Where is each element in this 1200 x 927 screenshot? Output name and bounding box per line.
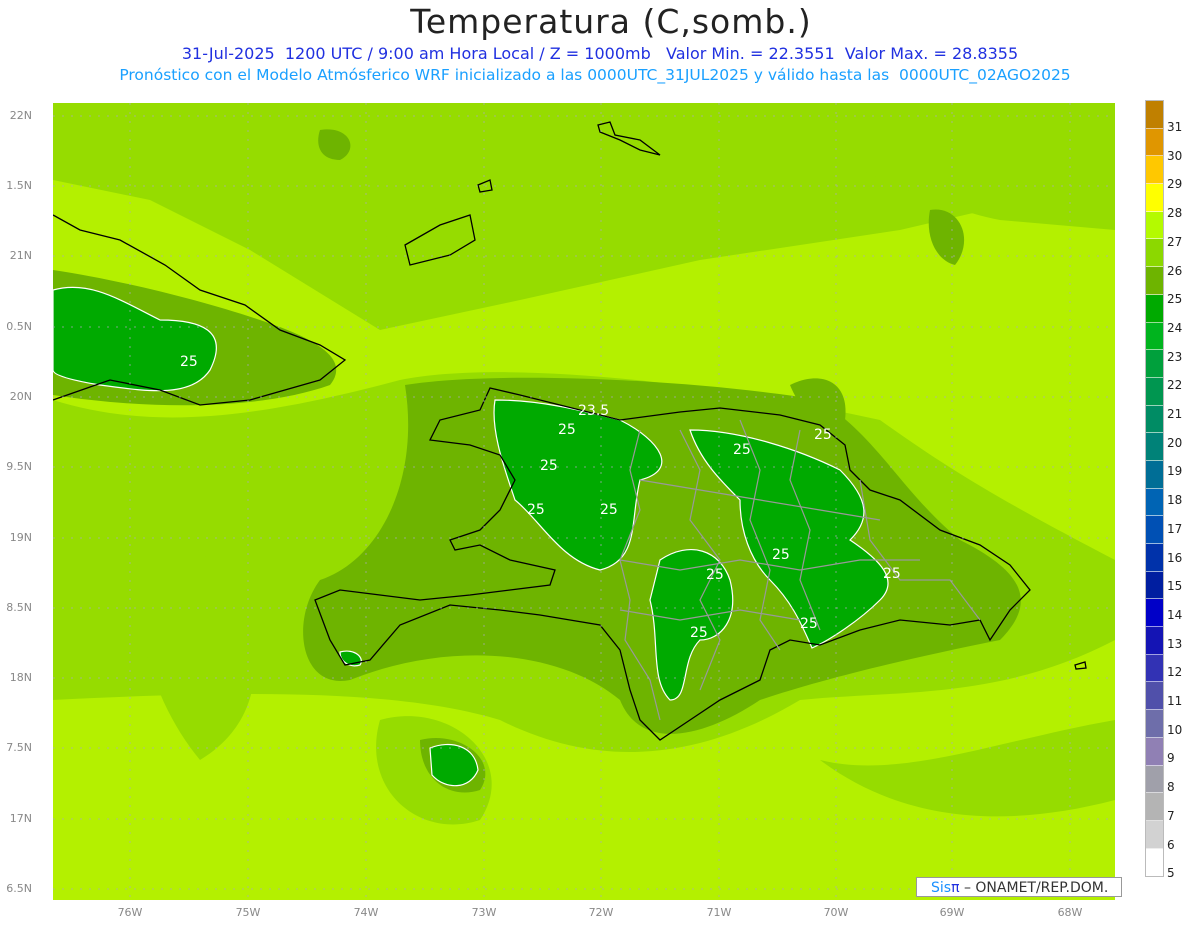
latitude-label: 1.5N bbox=[6, 179, 32, 192]
colorbar-label: 19 bbox=[1167, 464, 1183, 479]
colorbar bbox=[1145, 100, 1164, 878]
map-subtitle-time-range: 31-Jul-2025 1200 UTC / 9:00 am Hora Loca… bbox=[181, 44, 1019, 63]
contour-label: 25 bbox=[527, 502, 545, 518]
map-title: Temperatura (C,somb.) bbox=[410, 2, 812, 41]
colorbar-label: 20 bbox=[1167, 435, 1183, 450]
sispi-onamet-logo: Sisπ – ONAMET/REP.DOM. bbox=[916, 877, 1122, 897]
latitude-label: 8.5N bbox=[6, 601, 32, 614]
contour-label: 23.5 bbox=[578, 403, 610, 419]
colorbar-label: 28 bbox=[1167, 206, 1183, 221]
longitude-label: 70W bbox=[823, 906, 849, 919]
colorbar-swatch bbox=[1146, 488, 1163, 517]
contour-label: 25 bbox=[706, 567, 724, 583]
colorbar-swatch bbox=[1146, 654, 1163, 683]
latitude-label: 19N bbox=[9, 531, 32, 544]
contour-label: 25 bbox=[800, 616, 818, 632]
colorbar-swatch bbox=[1146, 848, 1163, 877]
longitude-label: 72W bbox=[588, 906, 614, 919]
colorbar-label: 15 bbox=[1167, 579, 1183, 594]
colorbar-swatch bbox=[1146, 627, 1163, 655]
colorbar-swatch bbox=[1146, 211, 1163, 240]
colorbar-label: 25 bbox=[1167, 292, 1183, 307]
colorbar-label: 9 bbox=[1167, 751, 1175, 766]
colorbar-swatch bbox=[1146, 128, 1163, 157]
latitude-label: 20N bbox=[9, 390, 32, 403]
colorbar-label: 10 bbox=[1167, 722, 1183, 737]
colorbar-swatch bbox=[1146, 682, 1163, 711]
colorbar-swatch bbox=[1146, 765, 1163, 794]
longitude-label: 74W bbox=[353, 906, 379, 919]
map-subtitle-model-info: Pronóstico con el Modelo Atmósferico WRF… bbox=[119, 66, 1071, 84]
colorbar-label: 6 bbox=[1167, 837, 1175, 852]
colorbar-swatch bbox=[1146, 322, 1163, 351]
contour-label: 25 bbox=[600, 502, 618, 518]
colorbar-label: 27 bbox=[1167, 234, 1183, 249]
colorbar-label: 21 bbox=[1167, 407, 1183, 421]
latitude-label: 17N bbox=[9, 812, 32, 825]
colorbar-swatch bbox=[1146, 377, 1163, 406]
longitude-label: 68W bbox=[1057, 906, 1083, 919]
latitude-label: 18N bbox=[9, 671, 32, 684]
latitude-label: 9.5N bbox=[6, 460, 32, 473]
longitude-label: 75W bbox=[235, 906, 261, 919]
contour-label: 25 bbox=[558, 422, 576, 438]
latitude-label: 0.5N bbox=[6, 320, 32, 333]
colorbar-swatch bbox=[1146, 710, 1163, 738]
contour-label: 25 bbox=[772, 547, 790, 563]
latitude-label: 21N bbox=[9, 249, 32, 262]
longitude-label: 69W bbox=[939, 906, 965, 919]
contour-label: 25 bbox=[814, 427, 832, 443]
colorbar-swatch bbox=[1146, 405, 1163, 434]
colorbar-label: 17 bbox=[1167, 521, 1183, 536]
contour-label: 25 bbox=[690, 625, 708, 641]
latitude-label: 6.5N bbox=[6, 882, 32, 895]
colorbar-swatch bbox=[1146, 101, 1163, 129]
colorbar-swatch bbox=[1146, 793, 1163, 821]
colorbar-swatch bbox=[1146, 820, 1163, 849]
colorbar-label: 16 bbox=[1167, 550, 1183, 565]
colorbar-label: 22 bbox=[1167, 378, 1183, 393]
latitude-label: 22N bbox=[9, 109, 32, 122]
contour-label: 25 bbox=[540, 458, 558, 474]
colorbar-label: 12 bbox=[1167, 665, 1183, 680]
colorbar-label: 31 bbox=[1167, 120, 1183, 134]
temperature-map bbox=[53, 103, 1115, 900]
logo-sis: Sis bbox=[931, 880, 952, 896]
longitude-label: 76W bbox=[117, 906, 143, 919]
colorbar-label: 29 bbox=[1167, 177, 1183, 192]
colorbar-swatch bbox=[1146, 267, 1163, 295]
colorbar-label: 26 bbox=[1167, 263, 1183, 278]
colorbar-label: 18 bbox=[1167, 493, 1183, 508]
colorbar-swatch bbox=[1146, 184, 1163, 212]
colorbar-label: 30 bbox=[1167, 148, 1183, 163]
longitude-label: 71W bbox=[706, 906, 732, 919]
longitude-label: 73W bbox=[471, 906, 497, 919]
colorbar-label: 8 bbox=[1167, 780, 1175, 795]
colorbar-swatch bbox=[1146, 544, 1163, 572]
colorbar-label: 14 bbox=[1167, 607, 1183, 622]
contour-label: 25 bbox=[733, 442, 751, 458]
logo-text: – ONAMET/REP.DOM. bbox=[959, 880, 1109, 896]
colorbar-swatch bbox=[1146, 460, 1163, 489]
colorbar-swatch bbox=[1146, 239, 1163, 268]
colorbar-swatch bbox=[1146, 737, 1163, 766]
colorbar-label: 11 bbox=[1167, 694, 1183, 708]
colorbar-swatch bbox=[1146, 571, 1163, 600]
colorbar-swatch bbox=[1146, 156, 1163, 185]
colorbar-label: 23 bbox=[1167, 349, 1183, 364]
colorbar-label: 7 bbox=[1167, 808, 1175, 823]
latitude-label: 7.5N bbox=[6, 741, 32, 754]
colorbar-swatch bbox=[1146, 433, 1163, 461]
contour-label: 25 bbox=[883, 566, 901, 582]
colorbar-label: 13 bbox=[1167, 636, 1183, 651]
colorbar-swatch bbox=[1146, 599, 1163, 628]
contour-label: 25 bbox=[180, 354, 198, 370]
colorbar-swatch bbox=[1146, 516, 1163, 544]
colorbar-swatch bbox=[1146, 294, 1163, 323]
colorbar-label: 24 bbox=[1167, 320, 1183, 335]
logo-pi: π bbox=[951, 880, 960, 896]
colorbar-swatch bbox=[1146, 350, 1163, 378]
colorbar-label: 5 bbox=[1167, 866, 1175, 881]
